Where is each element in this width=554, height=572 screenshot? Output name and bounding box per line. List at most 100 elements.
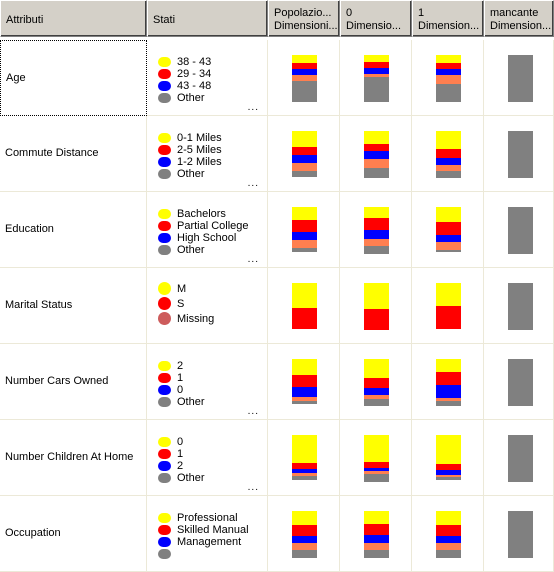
histogram-cell-missing[interactable] [484,344,554,420]
stacked-bar[interactable] [436,359,461,406]
legend-item: 0 [158,384,205,396]
attribute-cell[interactable]: Education [0,192,147,268]
more-states-ellipsis[interactable]: ... [248,482,259,493]
stacked-bar[interactable] [508,207,533,254]
stacked-bar[interactable] [508,435,533,482]
more-states-ellipsis[interactable]: ... [248,178,259,189]
stacked-bar[interactable] [508,131,533,178]
legend-label: Missing [177,313,215,325]
bar-segment [364,359,389,378]
stacked-bar[interactable] [364,435,389,482]
histogram-cell-value-1[interactable] [412,344,484,420]
bar-segment [364,207,389,218]
stacked-bar[interactable] [508,511,533,558]
stacked-bar[interactable] [436,131,461,178]
stacked-bar[interactable] [292,207,317,254]
histogram-cell-value-0[interactable] [340,40,412,116]
stacked-bar[interactable] [436,207,461,254]
legend-color-dot-icon [158,157,171,167]
bar-segment [436,385,461,398]
histogram-cell-value-0[interactable] [340,192,412,268]
stacked-bar[interactable] [292,359,317,406]
histogram-cell-value-0[interactable] [340,268,412,344]
states-cell[interactable]: Bachelors Partial College High School Other… [147,192,268,268]
histogram-cell-population[interactable] [268,496,340,572]
histogram-cell-value-0[interactable] [340,344,412,420]
legend-color-dot-icon [158,461,171,471]
column-header-missing[interactable]: mancante Dimension... [484,0,554,37]
stacked-bar[interactable] [364,55,389,102]
histogram-cell-value-1[interactable] [412,40,484,116]
table-row[interactable]: Occupation Professional Skilled Manual Mana… [0,496,554,572]
stacked-bar[interactable] [292,131,317,178]
table-row[interactable]: Number Children At Home 0 1 2 Other... [0,420,554,496]
bar-segment [292,55,317,63]
stacked-bar[interactable] [292,435,317,482]
histogram-cell-missing[interactable] [484,116,554,192]
column-header-attributes[interactable]: Attributi [0,0,147,37]
histogram-cell-population[interactable] [268,116,340,192]
attribute-cell[interactable]: Commute Distance [0,116,147,192]
column-header-population[interactable]: Popolazio... Dimensioni... [268,0,340,37]
histogram-cell-missing[interactable] [484,496,554,572]
stacked-bar[interactable] [436,283,461,330]
histogram-cell-population[interactable] [268,192,340,268]
histogram-cell-population[interactable] [268,420,340,496]
states-cell[interactable]: 2 1 0 Other... [147,344,268,420]
stacked-bar[interactable] [436,55,461,102]
table-row[interactable]: Age 38 - 43 29 - 34 43 - 48 Other... [0,40,554,116]
histogram-cell-value-1[interactable] [412,116,484,192]
table-row[interactable]: Number Cars Owned 2 1 0 Other... [0,344,554,420]
legend-color-dot-icon [158,361,171,371]
stacked-bar[interactable] [364,283,389,330]
attribute-cell[interactable]: Number Cars Owned [0,344,147,420]
histogram-cell-population[interactable] [268,40,340,116]
attribute-cell[interactable]: Age [0,40,147,116]
attribute-name: Number Cars Owned [5,375,109,387]
more-states-ellipsis[interactable]: ... [248,406,259,417]
histogram-cell-missing[interactable] [484,420,554,496]
stacked-bar[interactable] [292,283,317,330]
column-header-value-0[interactable]: 0 Dimensio... [340,0,412,37]
legend-label: Professional [177,512,238,524]
states-cell[interactable]: 0 1 2 Other... [147,420,268,496]
histogram-cell-value-1[interactable] [412,268,484,344]
histogram-cell-value-1[interactable] [412,496,484,572]
table-row[interactable]: Marital Status M S Missing [0,268,554,344]
states-cell[interactable]: 38 - 43 29 - 34 43 - 48 Other... [147,40,268,116]
stacked-bar[interactable] [364,207,389,254]
bar-segment [364,239,389,246]
states-cell[interactable]: Professional Skilled Manual Management [147,496,268,572]
stacked-bar[interactable] [364,131,389,178]
histogram-cell-value-0[interactable] [340,420,412,496]
histogram-cell-missing[interactable] [484,40,554,116]
more-states-ellipsis[interactable]: ... [248,254,259,265]
states-cell[interactable]: M S Missing [147,268,268,344]
histogram-cell-population[interactable] [268,268,340,344]
histogram-cell-value-0[interactable] [340,496,412,572]
attribute-cell[interactable]: Number Children At Home [0,420,147,496]
stacked-bar[interactable] [436,511,461,558]
states-cell[interactable]: 0-1 Miles 2-5 Miles 1-2 Miles Other... [147,116,268,192]
stacked-bar[interactable] [508,283,533,330]
stacked-bar[interactable] [436,435,461,482]
stacked-bar[interactable] [508,359,533,406]
attribute-cell[interactable]: Marital Status [0,268,147,344]
histogram-cell-value-0[interactable] [340,116,412,192]
attribute-cell[interactable]: Occupation [0,496,147,572]
histogram-cell-value-1[interactable] [412,420,484,496]
table-row[interactable]: Education Bachelors Partial College High Sc… [0,192,554,268]
column-header-states[interactable]: Stati [147,0,268,37]
stacked-bar[interactable] [364,511,389,558]
stacked-bar[interactable] [292,55,317,102]
histogram-cell-missing[interactable] [484,268,554,344]
histogram-cell-missing[interactable] [484,192,554,268]
more-states-ellipsis[interactable]: ... [248,102,259,113]
stacked-bar[interactable] [364,359,389,406]
stacked-bar[interactable] [508,55,533,102]
histogram-cell-value-1[interactable] [412,192,484,268]
column-header-value-1[interactable]: 1 Dimension... [412,0,484,37]
table-row[interactable]: Commute Distance 0-1 Miles 2-5 Miles 1-2 Mi… [0,116,554,192]
stacked-bar[interactable] [292,511,317,558]
histogram-cell-population[interactable] [268,344,340,420]
